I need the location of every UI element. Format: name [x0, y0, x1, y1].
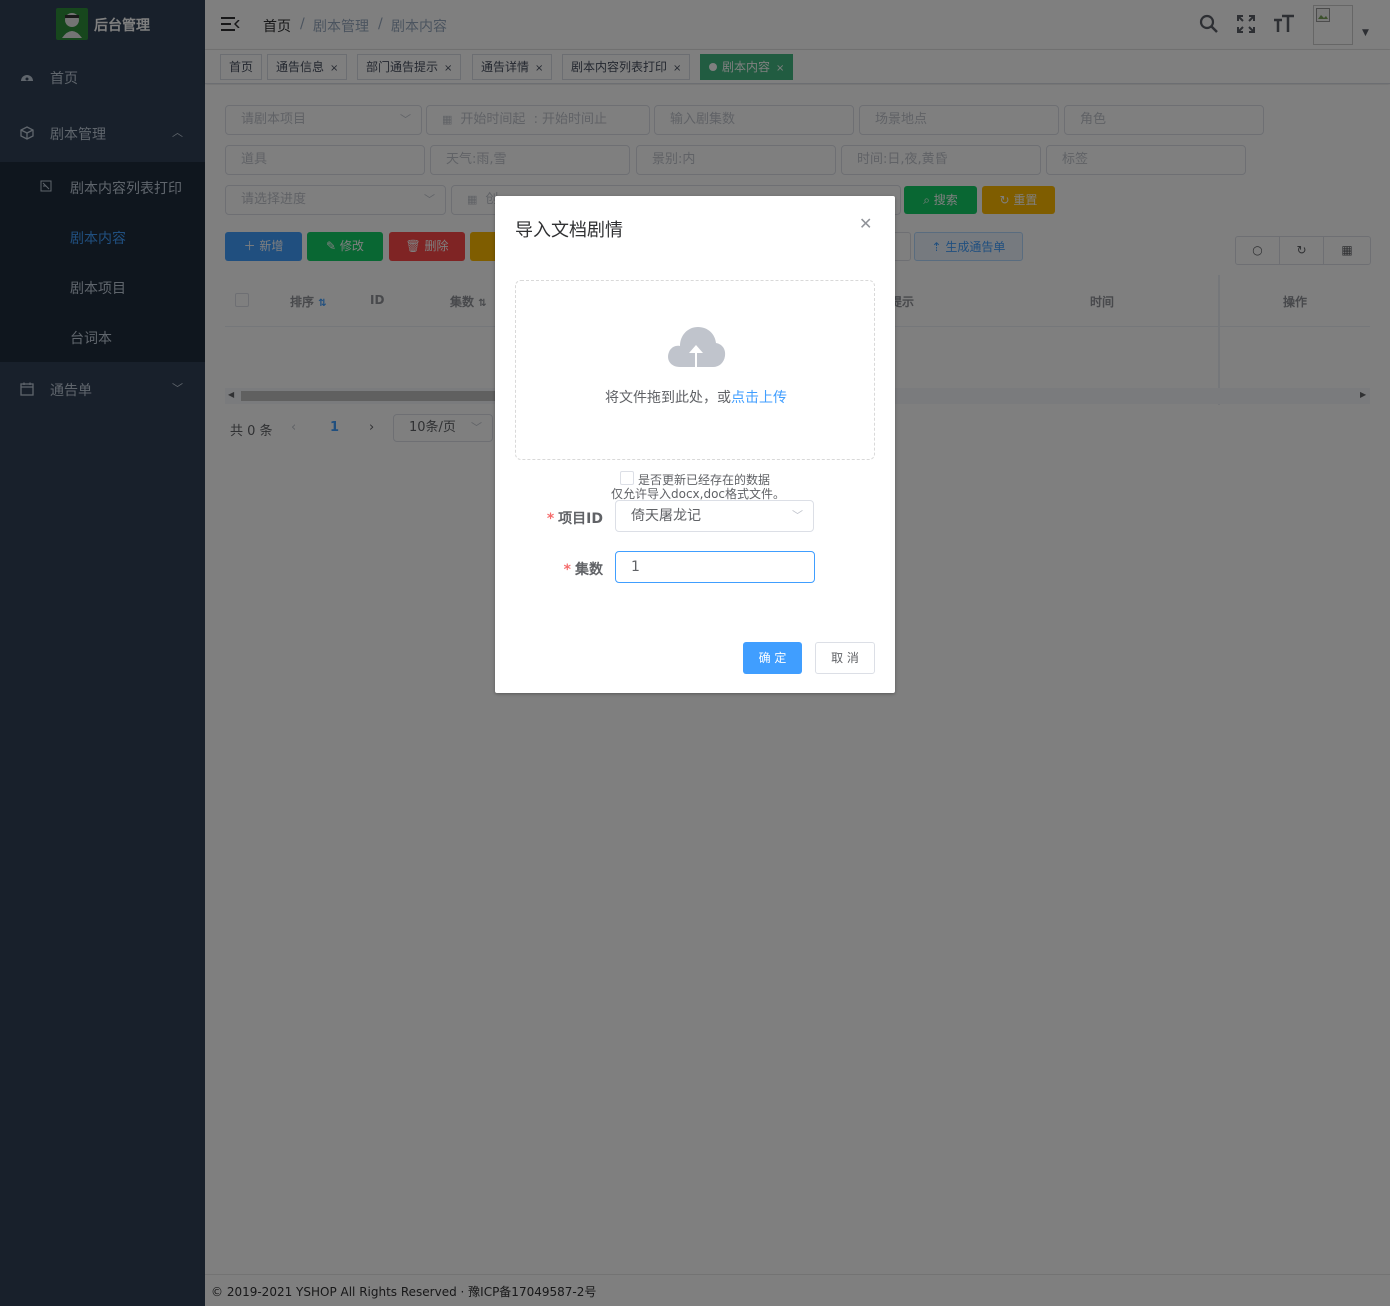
upload-cloud-icon: [666, 323, 726, 369]
project-id-value: 倚天屠龙记: [631, 508, 701, 524]
upload-hint: 将文件拖到此处，或: [605, 390, 731, 406]
confirm-button[interactable]: 确 定: [743, 642, 802, 674]
project-id-label: * 项目ID: [515, 508, 603, 528]
confirm-button-label: 确 定: [758, 651, 787, 665]
chevron-down-icon: ﹀: [792, 509, 803, 522]
close-icon[interactable]: ✕: [859, 214, 872, 233]
required-asterisk: *: [563, 562, 571, 578]
dialog-title: 导入文档剧情: [515, 220, 623, 241]
import-dialog: 导入文档剧情 ✕ 将文件拖到此处，或点击上传 是否更新已经存在的数据 仅允许导入…: [495, 196, 895, 693]
upload-dropzone[interactable]: 将文件拖到此处，或点击上传: [515, 280, 875, 460]
episode-label-text: 集数: [575, 562, 603, 578]
cancel-button-label: 取 消: [831, 651, 859, 665]
update-existing-checkbox[interactable]: [620, 471, 634, 485]
cancel-button[interactable]: 取 消: [815, 642, 875, 674]
project-id-label-text: 项目ID: [558, 511, 603, 527]
episode-label: * 集数: [515, 559, 603, 579]
upload-link[interactable]: 点击上传: [731, 390, 787, 406]
episode-field[interactable]: 1: [615, 551, 815, 583]
episode-field-value: 1: [631, 559, 640, 575]
required-asterisk: *: [546, 511, 555, 527]
upload-text: 将文件拖到此处，或点击上传: [516, 387, 876, 407]
project-id-select[interactable]: 倚天屠龙记 ﹀: [615, 500, 814, 532]
